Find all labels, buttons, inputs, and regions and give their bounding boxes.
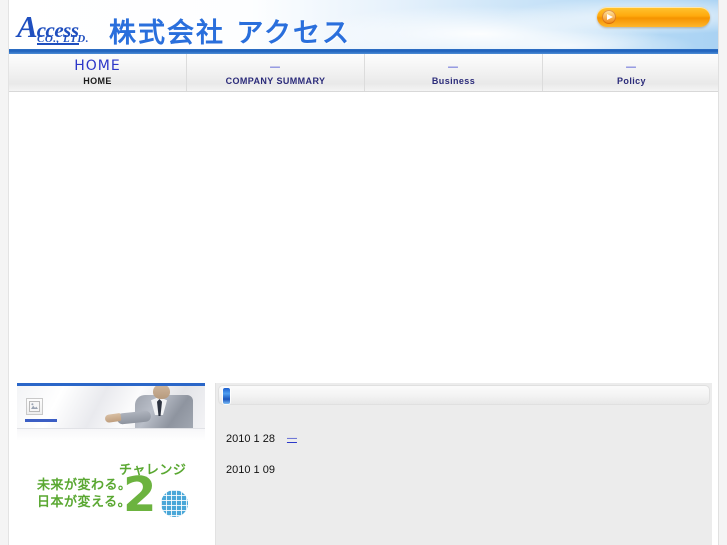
nav-item-policy-jp: — (625, 60, 638, 73)
news-item-link[interactable]: — (287, 433, 297, 444)
nav-item-company-summary-en: COMPANY SUMMARY (225, 76, 326, 86)
nav-item-policy[interactable]: — Policy (543, 54, 718, 91)
news-list-item: 2010 1 09 (226, 464, 287, 476)
challenge25-slogan: 未来が変わる。 日本が変える。 (37, 477, 132, 511)
broken-image-icon (26, 398, 43, 415)
hero-image[interactable] (17, 383, 205, 441)
hero-link-underline (25, 419, 57, 422)
left-column: チャレンジ 未来が変わる。 日本が変える。 2 (17, 383, 213, 538)
challenge25-number: 2 (123, 467, 156, 523)
logo-initial: A (17, 9, 38, 44)
globe-icon (161, 490, 188, 517)
nav-item-business-jp: — (447, 60, 460, 73)
play-circle-icon (602, 10, 616, 24)
site-container: Access CO., LTD. 株式会社 アクセス HOME HOME — C… (8, 0, 719, 545)
news-header-marker-icon (223, 388, 230, 404)
news-panel-header (218, 385, 710, 405)
businessman-head (153, 386, 170, 399)
news-item-date: 2010 1 09 (226, 464, 275, 476)
news-panel: 2010 1 28 — 2010 1 09 (215, 383, 712, 545)
news-list-item: 2010 1 28 — (226, 433, 297, 445)
site-header: Access CO., LTD. 株式会社 アクセス (9, 0, 718, 54)
news-item-date: 2010 1 28 (226, 433, 275, 445)
nav-item-home[interactable]: HOME HOME (9, 54, 187, 91)
nav-item-company-summary[interactable]: — COMPANY SUMMARY (187, 54, 365, 91)
main-content: チャレンジ 未来が変わる。 日本が変える。 2 2010 1 28 — 2010 … (9, 93, 718, 545)
nav-item-business-en: Business (431, 76, 476, 86)
hero-bottom-strip (17, 428, 205, 441)
nav-item-home-jp: HOME (74, 58, 121, 74)
logo-japanese-name: 株式会社 アクセス (109, 18, 352, 49)
challenge25-banner[interactable]: チャレンジ 未来が変わる。 日本が変える。 2 (25, 461, 215, 523)
logo-subtitle: CO., LTD. (37, 33, 89, 45)
nav-item-policy-en: Policy (617, 76, 646, 86)
global-navigation[interactable]: HOME HOME — COMPANY SUMMARY — Business —… (9, 54, 718, 92)
nav-item-business[interactable]: — Business (365, 54, 543, 91)
nav-item-company-summary-jp: — (269, 60, 282, 73)
page-background: Access CO., LTD. 株式会社 アクセス HOME HOME — C… (0, 0, 727, 545)
site-logo[interactable]: Access CO., LTD. 株式会社 アクセス (11, 9, 349, 49)
challenge25-slogan-line2: 日本が変える。 (37, 495, 132, 510)
nav-item-home-en: HOME (83, 76, 112, 86)
challenge25-slogan-line1: 未来が変わる。 (37, 478, 132, 493)
promo-button[interactable] (597, 7, 710, 27)
